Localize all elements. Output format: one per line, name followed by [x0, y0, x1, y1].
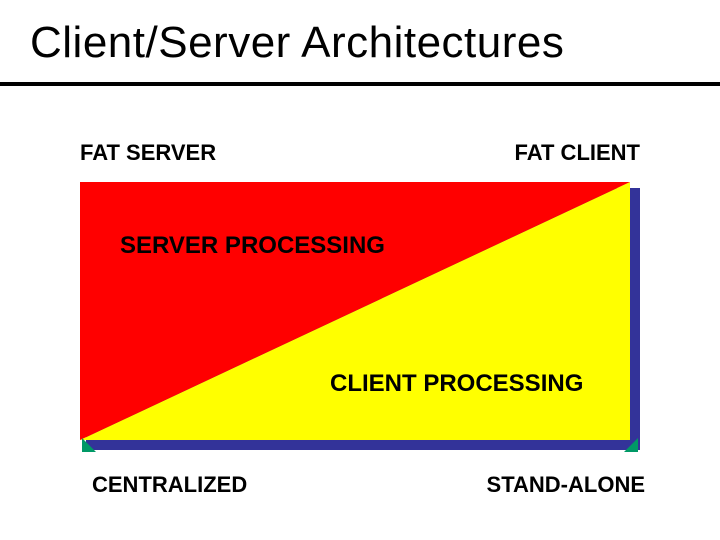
client-processing-label: CLIENT PROCESSING: [330, 370, 583, 398]
architecture-diagram: SERVER PROCESSING CLIENT PROCESSING: [80, 182, 640, 450]
label-fat-client: FAT CLIENT: [515, 140, 640, 166]
corner-arrow-right-icon: [624, 438, 638, 452]
diagram-svg: [80, 182, 640, 450]
server-processing-label: SERVER PROCESSING: [120, 232, 385, 260]
title-underline: [0, 82, 720, 86]
slide-title: Client/Server Architectures: [30, 18, 564, 68]
slide: Client/Server Architectures FAT SERVER F…: [0, 0, 720, 540]
label-stand-alone: STAND-ALONE: [487, 472, 645, 498]
label-fat-server: FAT SERVER: [80, 140, 216, 166]
corner-arrow-left-icon: [82, 438, 96, 452]
label-centralized: CENTRALIZED: [92, 472, 247, 498]
